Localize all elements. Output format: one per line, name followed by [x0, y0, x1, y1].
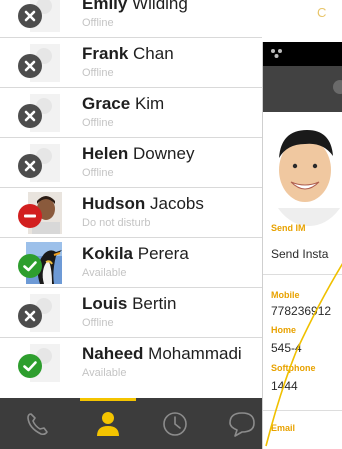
contact-detail-panel: Send IM Send Insta Mobile 778236912 Home…: [262, 42, 342, 449]
avatar: [10, 42, 62, 84]
offline-status-icon: [18, 4, 42, 28]
divider: [263, 274, 342, 275]
contact-status: Offline: [82, 17, 114, 29]
background-fragment: C: [262, 0, 342, 42]
home-label: Home: [271, 325, 297, 335]
offline-status-icon: [18, 154, 42, 178]
offline-status-icon: [18, 104, 42, 128]
chat-bubble-icon: [229, 412, 255, 437]
contacts-tab[interactable]: [78, 398, 138, 449]
softphone-number[interactable]: 1444: [271, 379, 298, 393]
contact-name: Helen Downey: [82, 144, 195, 163]
contact-name: Naheed Mohammadi: [82, 344, 242, 363]
available-status-icon: [18, 254, 42, 278]
contacts-list[interactable]: Emily Wilding Offline Frank Chan Offline…: [0, 0, 262, 398]
mobile-label: Mobile: [271, 290, 300, 300]
bottom-nav: [0, 398, 262, 449]
divider: [263, 410, 342, 411]
fragment-letter: C: [317, 5, 327, 20]
contact-name: Grace Kim: [82, 94, 165, 113]
send-im-button[interactable]: Send Insta: [271, 247, 328, 261]
home-number[interactable]: 545-4: [271, 341, 302, 355]
contact-status: Offline: [82, 167, 114, 179]
contact-row[interactable]: Kokila Perera Available: [0, 238, 262, 288]
offline-status-icon: [18, 54, 42, 78]
contacts-icon: [97, 412, 119, 436]
contact-name: Frank Chan: [82, 44, 174, 63]
history-tab[interactable]: [145, 398, 205, 449]
contact-row[interactable]: Helen Downey Offline: [0, 138, 262, 188]
avatar: [10, 92, 62, 134]
contact-status: Do not disturb: [82, 217, 151, 229]
contact-name: Kokila Perera: [82, 244, 189, 263]
mobile-number[interactable]: 778236912: [271, 304, 331, 318]
phone-icon: [27, 413, 48, 436]
avatar: [10, 292, 62, 334]
detail-header-bar: [263, 66, 342, 112]
available-status-icon: [18, 354, 42, 378]
avatar: [10, 142, 62, 184]
contact-name: Hudson Jacobs: [82, 194, 204, 213]
contact-row[interactable]: Grace Kim Offline: [0, 88, 262, 138]
do-not-disturb-icon: [18, 204, 42, 228]
contact-name: Emily Wilding: [82, 0, 188, 13]
contact-row[interactable]: Emily Wilding Offline: [0, 0, 262, 38]
avatar: [10, 342, 62, 384]
contact-row[interactable]: Frank Chan Offline: [0, 38, 262, 88]
contact-status: Offline: [82, 67, 114, 79]
app-notification-icon: [271, 49, 282, 58]
contact-status: Available: [82, 367, 127, 379]
contact-row[interactable]: Naheed Mohammadi Available: [0, 338, 262, 388]
contact-status: Offline: [82, 317, 114, 329]
contact-status: Available: [82, 267, 127, 279]
status-bar: [263, 42, 342, 66]
contact-photo: [267, 116, 342, 226]
email-label: Email: [271, 423, 296, 433]
avatar: [10, 0, 62, 34]
header-icon: [333, 80, 342, 94]
avatar: [10, 192, 62, 234]
contact-row[interactable]: Louis Bertin Offline: [0, 288, 262, 338]
send-im-label: Send IM: [271, 223, 306, 233]
avatar: [10, 242, 62, 284]
contact-name: Louis Bertin: [82, 294, 177, 313]
contact-row[interactable]: Hudson Jacobs Do not disturb: [0, 188, 262, 238]
offline-status-icon: [18, 304, 42, 328]
contact-status: Offline: [82, 117, 114, 129]
history-clock-icon: [163, 412, 187, 436]
softphone-label: Softphone: [271, 363, 316, 373]
phone-tab[interactable]: [8, 398, 68, 449]
